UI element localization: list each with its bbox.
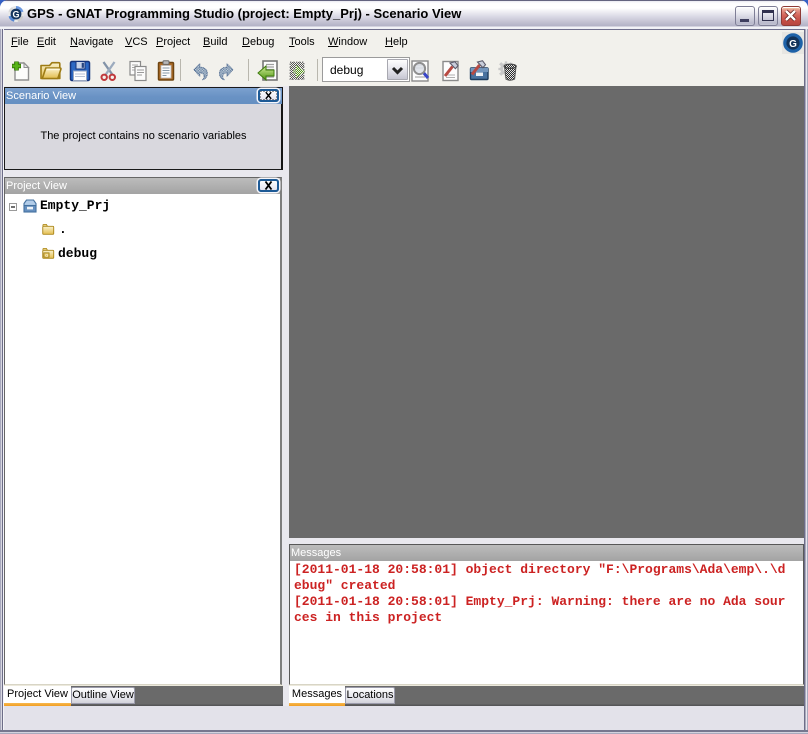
svg-text:o: o [45, 253, 48, 259]
svg-text:G: G [12, 9, 19, 19]
svg-text:G: G [789, 39, 797, 50]
